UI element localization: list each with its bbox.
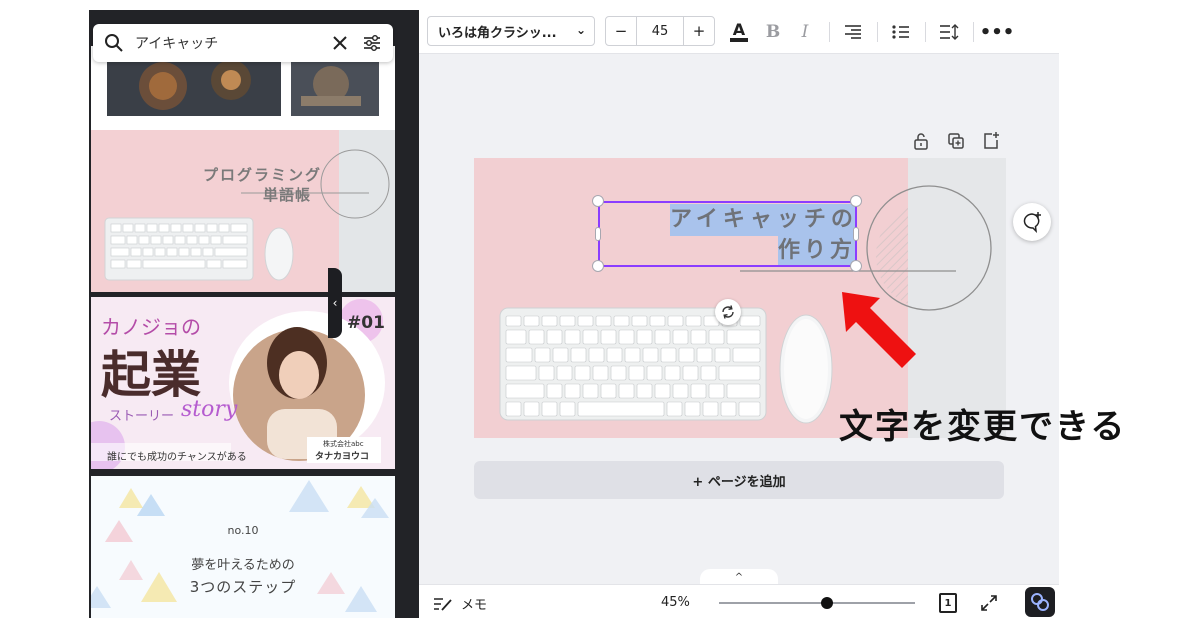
chevron-down-icon: ⌄: [575, 23, 586, 37]
notes-label: メモ: [461, 598, 488, 613]
more-options-button[interactable]: •••: [980, 18, 1015, 46]
add-page-button[interactable]: + ページを追加: [474, 461, 1004, 499]
search-query: アイキャッチ: [135, 36, 219, 52]
resize-handle-bottom-left[interactable]: [592, 260, 604, 272]
collapse-panel-button[interactable]: ‹: [328, 268, 342, 338]
rotate-handle[interactable]: [715, 299, 741, 325]
template-badge: #01: [347, 313, 385, 333]
template-title-line2: 単語帳: [263, 186, 312, 204]
filter-icon[interactable]: [361, 32, 383, 54]
align-right-icon: [845, 25, 861, 39]
zoom-slider-thumb[interactable]: [821, 597, 834, 609]
resize-handle-top-right[interactable]: [850, 195, 862, 207]
template-script: story: [181, 397, 238, 422]
template-thumbnail-programming[interactable]: プログラミング 単語帳: [91, 130, 395, 292]
template-thumbnail-business-story[interactable]: カノジョの 起業 ストーリー story #01 誰にでも成功のチャンスがある …: [91, 297, 395, 469]
line-spacing-button[interactable]: [935, 18, 963, 46]
template-company: 株式会社abc: [323, 440, 364, 448]
font-family-dropdown[interactable]: いろは角クラシッ... ⌄: [427, 16, 595, 46]
template-person-name: タナカヨウコ: [315, 452, 370, 462]
resize-handle-bottom-right[interactable]: [850, 260, 862, 272]
template-number: no.10: [227, 524, 259, 537]
design-page[interactable]: [474, 158, 1006, 438]
bullet-list-button[interactable]: [887, 18, 915, 46]
template-sub: ストーリー: [109, 409, 175, 424]
annotation-caption: 文字を変更できる: [839, 407, 1127, 447]
add-page-icon[interactable]: [981, 131, 1001, 151]
link-icon: [1031, 593, 1049, 611]
red-arrow-icon: [842, 292, 916, 368]
chevron-left-icon: ‹: [332, 296, 338, 310]
toolbar-divider: [829, 22, 830, 42]
template-thumbnail-steps[interactable]: no.10 夢を叶えるための 3つのステップ: [91, 476, 395, 618]
bottom-bar: メモ 45% 1: [419, 584, 1059, 620]
decrease-font-size-button[interactable]: −: [606, 17, 636, 45]
template-list: プログラミング 単語帳 カノジョの 起業 ストーリー story #01 誰にで…: [89, 10, 395, 618]
svg-text:A: A: [733, 20, 746, 39]
lock-icon[interactable]: [911, 131, 931, 151]
italic-button[interactable]: I: [791, 18, 819, 46]
font-size-stepper: − 45 +: [605, 16, 715, 46]
template-line2: 3つのステップ: [189, 578, 297, 596]
chevron-up-icon: ^: [734, 571, 744, 583]
duplicate-icon[interactable]: [946, 131, 966, 151]
programming-design-art: [104, 130, 395, 292]
panel-scrollbar[interactable]: [395, 10, 419, 618]
font-family-value: いろは角クラシッ...: [438, 25, 557, 41]
template-title-line1: プログラミング: [203, 166, 323, 184]
text-selection-box[interactable]: [598, 201, 857, 267]
text-toolbar: いろは角クラシッ... ⌄ − 45 + A B I •••: [419, 10, 1059, 54]
search-input[interactable]: アイキャッチ: [93, 24, 393, 62]
toolbar-divider: [973, 22, 974, 42]
resize-handle-right[interactable]: [853, 227, 859, 241]
fullscreen-button[interactable]: [977, 591, 1001, 615]
zoom-level[interactable]: 45%: [661, 595, 690, 610]
template-panel: プログラミング 単語帳 カノジョの 起業 ストーリー story #01 誰にで…: [89, 10, 419, 618]
show-pages-button[interactable]: ^: [700, 569, 778, 585]
zoom-slider[interactable]: [719, 602, 915, 604]
bullet-list-icon: [892, 25, 909, 39]
notes-icon: [434, 597, 452, 611]
template-footer: 誰にでも成功のチャンスがある: [107, 452, 247, 463]
toolbar-divider: [925, 22, 926, 42]
align-right-button[interactable]: [839, 18, 867, 46]
rotate-icon: [722, 305, 734, 319]
add-comment-button[interactable]: [1013, 203, 1051, 241]
text-color-icon: A: [730, 20, 748, 42]
expand-icon: [981, 595, 997, 611]
toolbar-divider: [877, 22, 878, 42]
notes-button[interactable]: メモ: [433, 594, 487, 613]
template-line1: 夢を叶えるための: [191, 558, 295, 573]
increase-font-size-button[interactable]: +: [684, 17, 714, 45]
resize-handle-left[interactable]: [595, 227, 601, 241]
comment-icon: [1023, 212, 1041, 233]
font-size-input[interactable]: 45: [636, 17, 684, 45]
text-color-button[interactable]: A: [725, 18, 753, 46]
clear-icon[interactable]: [329, 32, 351, 54]
resize-handle-top-left[interactable]: [592, 195, 604, 207]
page-count-button[interactable]: 1: [939, 593, 957, 613]
canva-editor: プログラミング 単語帳 カノジョの 起業 ストーリー story #01 誰にで…: [0, 0, 1200, 630]
bold-button[interactable]: B: [759, 18, 787, 46]
line-spacing-icon: [940, 24, 959, 40]
design-artwork: [499, 185, 992, 424]
search-icon: [103, 32, 125, 54]
help-button[interactable]: [1025, 587, 1055, 617]
